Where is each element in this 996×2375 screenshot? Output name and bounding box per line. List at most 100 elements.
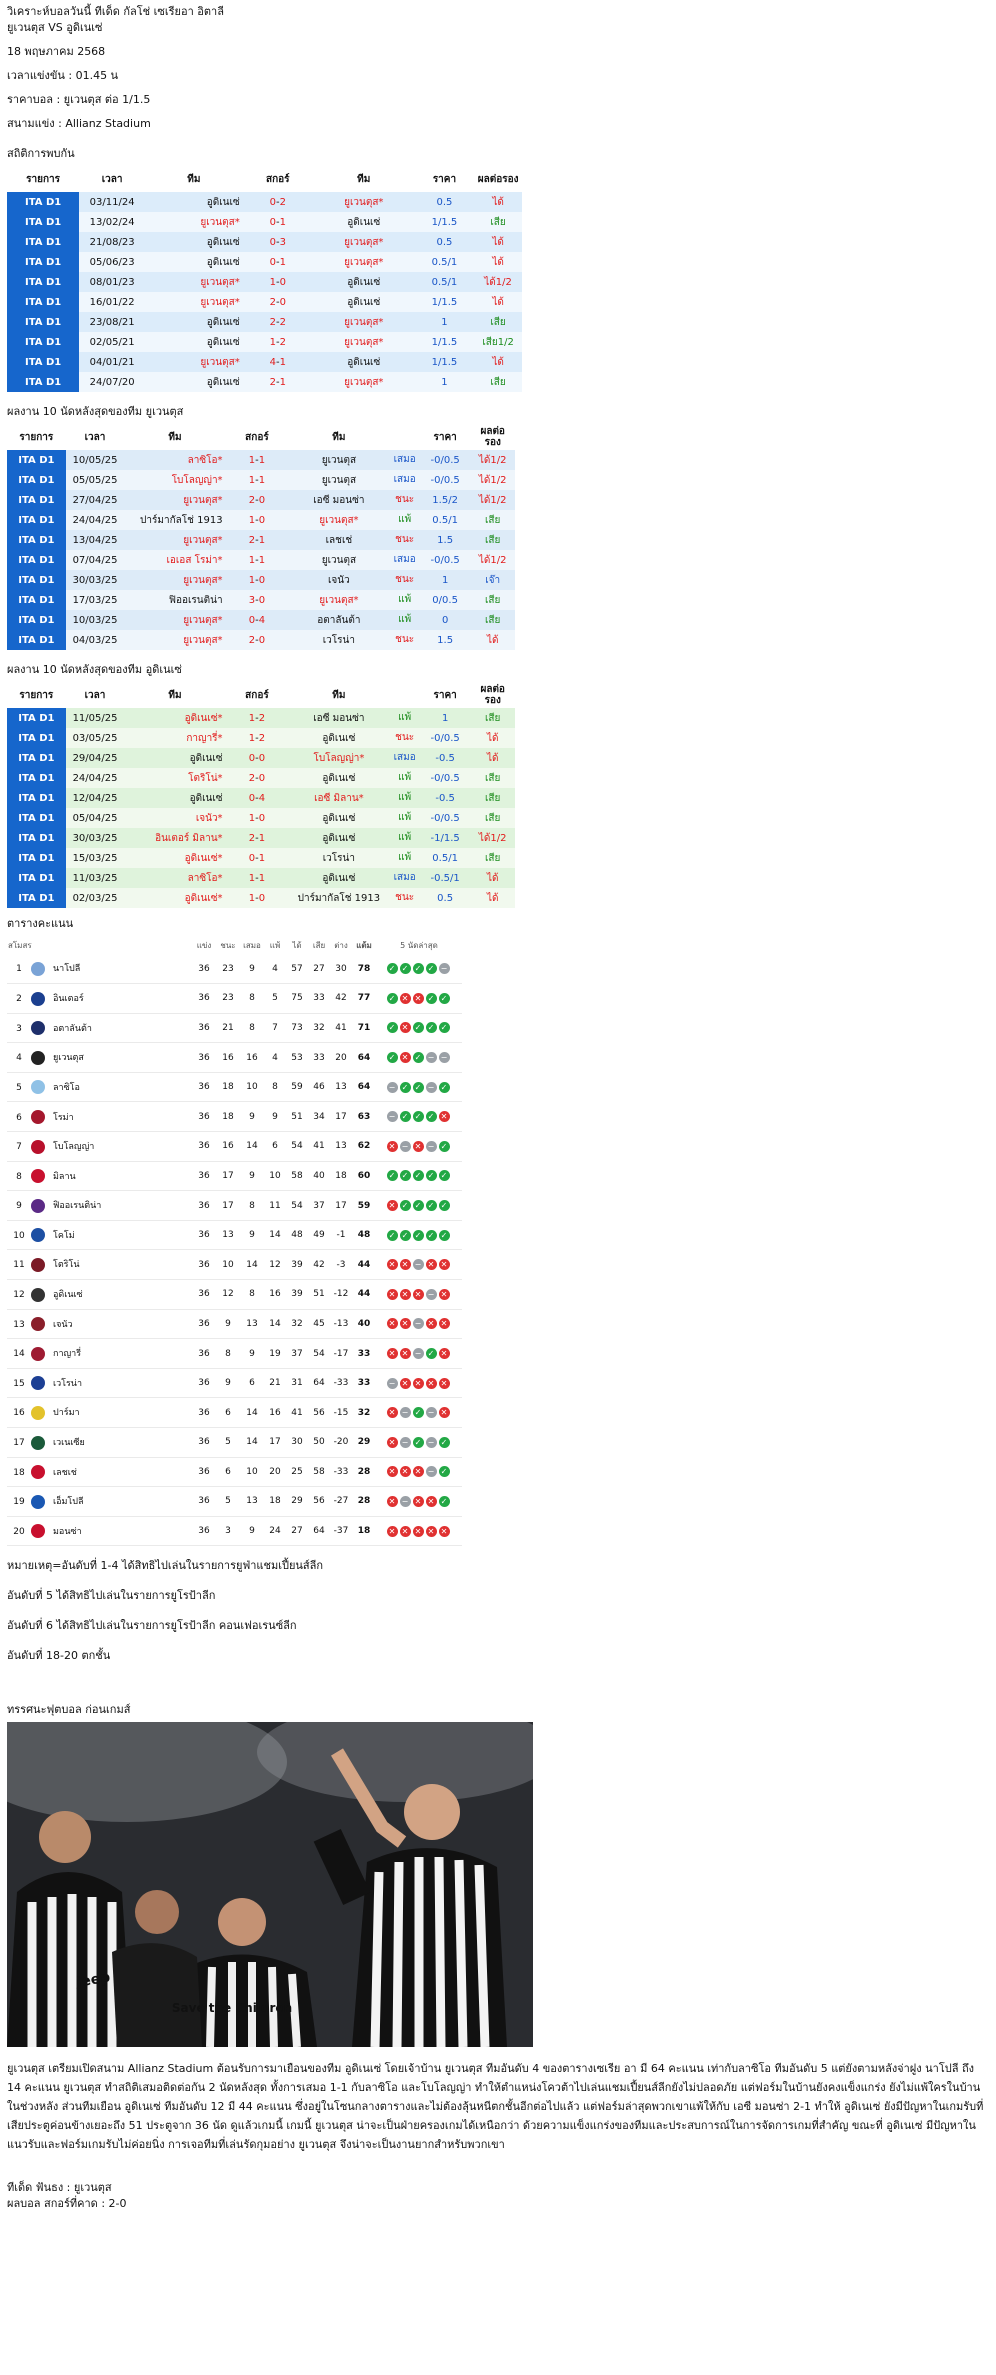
team-cell: 6 โรม่า [7, 1101, 192, 1133]
date-cell: 27/04/25 [65, 490, 125, 510]
score-cell: 0-0 [225, 748, 289, 768]
home-team-cell: อูดิเนเซ่* [124, 888, 226, 908]
analysis-paragraph: ยูเวนตุส เตรียมเปิดสนาม Allianz Stadium … [7, 2062, 984, 2152]
h2h-table: รายการ เวลา ทีม สกอร์ ทีม ราคา ผลต่อรอง ITA D1… [7, 166, 522, 392]
rank-number: 1 [16, 964, 22, 975]
stat-cell: 31 [286, 1368, 308, 1399]
home-team-cell: อูดิเนเซ่ [145, 192, 243, 212]
odds-cell: 0.5/1 [419, 510, 471, 530]
stat-cell: 6 [264, 1131, 286, 1162]
stat-cell: 37 [308, 1190, 330, 1221]
form-draw-icon: − [425, 1436, 437, 1448]
away-team-cell: เอซี มอนซ่า [288, 708, 390, 728]
stat-cell: 9 [240, 1516, 264, 1547]
kickoff-time: เวลาแข่งขัน : 01.45 น [7, 69, 119, 82]
stat-cell: 23 [216, 983, 240, 1014]
form-loss-icon: ✕ [386, 1407, 398, 1419]
form-win-icon: ✓ [412, 1022, 424, 1034]
stat-cell: 19 [264, 1338, 286, 1369]
stat-cell: 36 [192, 1190, 216, 1221]
form-draw-icon: − [399, 1436, 411, 1448]
team-crest-icon [31, 1021, 45, 1036]
team-name: ลาซิโอ [53, 1082, 80, 1093]
league-cell: ITA D1 [7, 550, 66, 570]
form-cell: ✕ − ✓ − ✕ [376, 1397, 462, 1428]
column-header: เสีย [312, 940, 326, 950]
league-cell: ITA D1 [7, 748, 66, 768]
home-team-cell: ยูเวนตุส* [145, 292, 243, 312]
column-header: ทีม [124, 682, 226, 708]
league-cell: ITA D1 [7, 312, 80, 332]
score-cell: 4-1 [242, 352, 313, 372]
table-row: ITA D1 15/03/25 อูดิเนเซ่* 0-1 เวโรน่า แพ้ 0.5… [7, 848, 515, 868]
league-cell: ITA D1 [7, 868, 66, 888]
form-loss-icon: ✕ [386, 1288, 398, 1300]
stat-cell: 54 [308, 1338, 330, 1369]
stat-cell: 73 [286, 1013, 308, 1044]
table-row: ITA D1 23/08/21 อูดิเนเซ่ 2-2 ยูเวนตุส* 1 เสีย [7, 312, 522, 332]
form-loss-icon: ✕ [412, 1495, 424, 1507]
league-cell: ITA D1 [7, 450, 66, 470]
form-win-icon: ✓ [386, 963, 398, 975]
form-cell: ✓ ✓ ✓ ✓ ✓ [376, 1161, 462, 1192]
column-header: ต่าง [334, 940, 348, 950]
stat-cell: 9 [216, 1309, 240, 1340]
form-win-icon: ✓ [412, 1170, 424, 1182]
stat-cell: -15 [330, 1397, 352, 1428]
away-score: 1 [279, 376, 286, 388]
away-team-cell: เอซี มอนซ่า [288, 490, 390, 510]
home-team-cell: ลาซิโอ* [124, 450, 226, 470]
form-win-icon: ✓ [412, 1229, 424, 1241]
stat-cell: 32 [308, 1013, 330, 1044]
wdl-cell: ชนะ [389, 630, 420, 650]
column-header: ชนะ [220, 940, 236, 950]
odds-cell: 0 [419, 610, 471, 630]
team-cell: 11 โตริโน่ [7, 1249, 192, 1281]
wdl-cell: เสมอ [389, 470, 420, 490]
form-cell: ✕ ✕ ✕ − ✕ [376, 1279, 462, 1310]
stat-cell: 9 [240, 1338, 264, 1369]
home-team-cell: อูดิเนเซ่ [145, 332, 243, 352]
stat-cell: 14 [240, 1249, 264, 1281]
score-cell: 2-0 [225, 768, 289, 788]
stat-cell: 14 [264, 1309, 286, 1340]
stat-cell: 42 [330, 983, 352, 1014]
form-cell: ✕ ✓ ✓ ✓ ✓ [376, 1190, 462, 1221]
away-team-cell: เจนัว [288, 570, 390, 590]
stat-cell: 36 [192, 1042, 216, 1073]
stat-cell: 14 [240, 1397, 264, 1428]
form-win-icon: ✓ [386, 1052, 398, 1064]
odds-cell: -0/0.5 [419, 470, 471, 490]
odds-cell: 1/1.5 [414, 352, 475, 372]
match-date: 18 พฤษภาคม 2568 [7, 45, 106, 58]
column-header: สโมสร [8, 940, 32, 950]
table-row: ITA D1 29/04/25 อูดิเนเซ่ 0-0 โบโลญญ่า* เสมอ -… [7, 748, 515, 768]
away-team-cell: อูดิเนเซ่ [288, 828, 390, 848]
rank-number: 16 [13, 1408, 25, 1419]
stat-cell: 5 [216, 1486, 240, 1517]
home-team-cell: อูดิเนเซ่ [124, 788, 226, 808]
stadium: สนามแข่ง : Allianz Stadium [7, 117, 151, 130]
date-cell: 10/05/25 [65, 450, 125, 470]
table-row: ITA D1 05/06/23 อูดิเนเซ่ 0-1 ยูเวนตุส* 0.5/1… [7, 252, 522, 272]
form-win-icon: ✓ [438, 1140, 450, 1152]
team-name: มิลาน [53, 1171, 76, 1182]
rank-number: 13 [13, 1319, 25, 1330]
stat-cell: 13 [240, 1309, 264, 1340]
away-team-cell: ยูเวนตุส* [312, 232, 415, 252]
form-win-icon: ✓ [399, 1200, 411, 1212]
stat-cell: 16 [240, 1042, 264, 1073]
league-cell: ITA D1 [7, 212, 80, 232]
column-header: ได้ [292, 940, 302, 950]
form-draw-icon: − [399, 1140, 411, 1152]
wdl-cell: ชนะ [389, 530, 420, 550]
team-cell: 2 อินเตอร์ [7, 983, 192, 1014]
form-cell: ✓ ✕ ✓ − − [376, 1042, 462, 1073]
away-score: 0 [258, 812, 266, 824]
points-cell: 44 [352, 1279, 376, 1310]
form-loss-icon: ✕ [399, 1377, 411, 1389]
points-cell: 32 [352, 1397, 376, 1428]
stat-cell: 8 [240, 1013, 264, 1044]
stat-cell: 17 [216, 1190, 240, 1221]
result-cell: ได้ [474, 252, 522, 272]
